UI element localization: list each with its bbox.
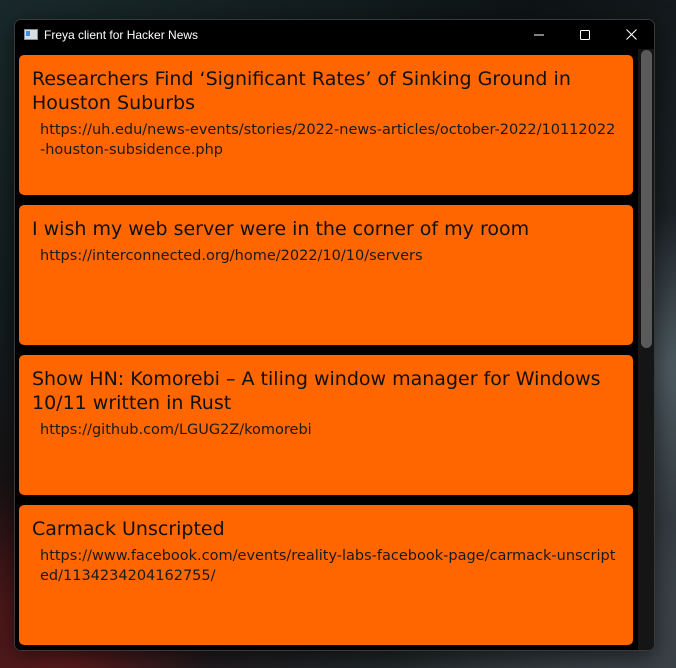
story-url[interactable]: https://uh.edu/news-events/stories/2022-…	[40, 120, 620, 160]
story-title[interactable]: Show HN: Komorebi – A tiling window mana…	[32, 367, 620, 415]
scrollbar-thumb[interactable]	[641, 50, 652, 348]
story-card[interactable]: I wish my web server were in the corner …	[19, 205, 633, 345]
story-card[interactable]: Carmack Unscripted https://www.facebook.…	[19, 505, 633, 645]
minimize-button[interactable]	[516, 20, 562, 49]
close-icon	[625, 29, 637, 40]
title-bar[interactable]: Freya client for Hacker News	[15, 20, 654, 49]
story-title[interactable]: Researchers Find ‘Significant Rates’ of …	[32, 67, 620, 115]
window-controls	[516, 20, 654, 49]
minimize-icon	[534, 34, 544, 35]
maximize-icon	[580, 29, 590, 40]
close-button[interactable]	[608, 20, 654, 49]
story-list[interactable]: Researchers Find ‘Significant Rates’ of …	[15, 49, 654, 650]
story-card[interactable]: Researchers Find ‘Significant Rates’ of …	[19, 55, 633, 195]
app-window: Freya client for Hacker News Researchers…	[14, 19, 655, 651]
story-url[interactable]: https://interconnected.org/home/2022/10/…	[40, 246, 620, 266]
story-title[interactable]: I wish my web server were in the corner …	[32, 217, 620, 241]
window-title: Freya client for Hacker News	[44, 27, 199, 42]
story-card[interactable]: Show HN: Komorebi – A tiling window mana…	[19, 355, 633, 495]
maximize-button[interactable]	[562, 20, 608, 49]
story-url[interactable]: https://github.com/LGUG2Z/komorebi	[40, 420, 620, 440]
vertical-scrollbar[interactable]	[638, 49, 654, 650]
story-title[interactable]: Carmack Unscripted	[32, 517, 620, 541]
story-url[interactable]: https://www.facebook.com/events/reality-…	[40, 546, 620, 586]
app-window-icon	[24, 29, 38, 40]
